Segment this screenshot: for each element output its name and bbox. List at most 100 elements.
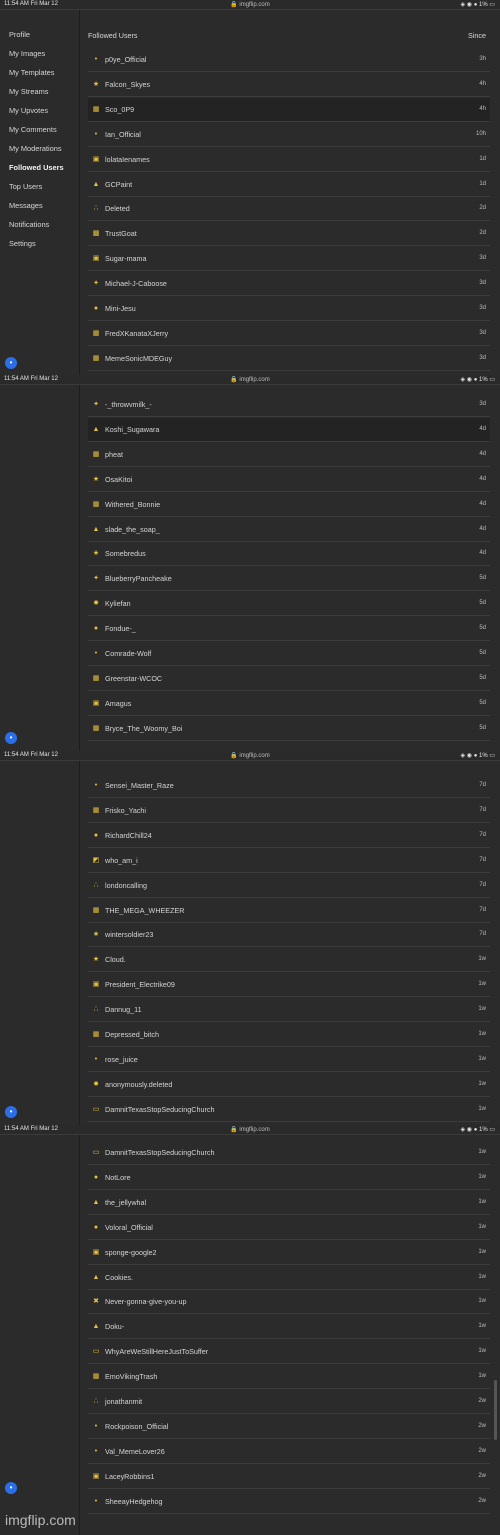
username-link[interactable]: Never-gonna-give-you-up <box>105 1297 187 1306</box>
username-link[interactable]: Dannug_11 <box>105 1005 142 1014</box>
user-row[interactable]: ◩ who_am_i 7d <box>88 849 490 873</box>
username-link[interactable]: sponge-google2 <box>105 1248 157 1257</box>
username-link[interactable]: Cloud. <box>105 955 126 964</box>
user-row[interactable]: ● Mini-Jesu 3d <box>88 297 490 321</box>
user-row[interactable]: • p0ye_Official 3h <box>88 48 490 72</box>
username-link[interactable]: NotLore <box>105 1173 131 1182</box>
user-row[interactable]: ▦ MemeSonicMDEGuy 3d <box>88 347 490 371</box>
user-row[interactable]: ✦ -_throwvmilk_- 3d <box>88 393 490 417</box>
username-link[interactable]: Sensei_Master_Raze <box>105 781 174 790</box>
user-row[interactable]: • Ian_Official 10h <box>88 123 490 147</box>
sidebar-item-settings[interactable]: Settings <box>9 239 36 248</box>
user-row[interactable]: • Val_MemeLover26 2w <box>88 1440 490 1464</box>
user-row[interactable]: ✦ Michael-J-Caboose 3d <box>88 272 490 297</box>
user-row[interactable]: ▭ DamnitTexasStopSeducingChurch 1w <box>88 1141 490 1165</box>
user-row[interactable]: • rose_juice 1w <box>88 1048 490 1072</box>
username-link[interactable]: WhyAreWeStillHereJustToSuffer <box>105 1347 208 1356</box>
username-link[interactable]: jonathanmit <box>105 1397 142 1406</box>
username-link[interactable]: Deleted <box>105 204 130 213</box>
user-row[interactable]: ▣ LaceyRobbins1 2w <box>88 1465 490 1489</box>
username-link[interactable]: Falcon_Skyes <box>105 80 150 89</box>
username-link[interactable]: Fondue-_ <box>105 624 136 633</box>
user-row[interactable]: ▣ Sugar-mama 3d <box>88 247 490 272</box>
user-row[interactable]: ∴ londoncalling 7d <box>88 874 490 898</box>
user-row[interactable]: ▩ TrustGoat 2d <box>88 222 490 247</box>
user-row[interactable]: ▦ EmoVikingTrash 1w <box>88 1365 490 1390</box>
scrollbar[interactable] <box>494 1380 497 1440</box>
username-link[interactable]: RichardChill24 <box>105 831 152 840</box>
username-link[interactable]: Michael-J-Caboose <box>105 279 167 288</box>
user-row[interactable]: • Sensei_Master_Raze 7d <box>88 774 490 798</box>
username-link[interactable]: slade_the_soap_ <box>105 525 160 534</box>
user-row[interactable]: ▲ the_jellywhal 1w <box>88 1191 490 1215</box>
username-link[interactable]: Ian_Official <box>105 130 141 139</box>
username-link[interactable]: DamnitTexasStopSeducingChurch <box>105 1105 214 1114</box>
user-row[interactable]: ▭ DamnitTexasStopSeducingChurch 1w <box>88 1098 490 1122</box>
username-link[interactable]: GCPaint <box>105 180 132 189</box>
username-link[interactable]: THE_MEGA_WHEEZER <box>105 906 184 915</box>
username-link[interactable]: Bryce_The_Woomy_Boi <box>105 724 182 733</box>
username-link[interactable]: Doku- <box>105 1322 124 1331</box>
sidebar-item-notifications[interactable]: Notifications <box>9 220 49 229</box>
username-link[interactable]: SheeayHedgehog <box>105 1497 163 1506</box>
sidebar-item-profile[interactable]: Profile <box>9 30 30 39</box>
username-link[interactable]: Withered_Bonnie <box>105 500 160 509</box>
username-link[interactable]: Val_MemeLover26 <box>105 1447 165 1456</box>
username-link[interactable]: MemeSonicMDEGuy <box>105 354 172 363</box>
user-row[interactable]: ▦ Withered_Bonnie 4d <box>88 493 490 517</box>
user-row[interactable]: ✖ Never-gonna-give-you-up 1w <box>88 1290 490 1315</box>
user-row[interactable]: ▦ Frisko_Yachi 7d <box>88 799 490 823</box>
username-link[interactable]: EmoVikingTrash <box>105 1372 157 1381</box>
username-link[interactable]: the_jellywhal <box>105 1198 146 1207</box>
user-row[interactable]: • SheeayHedgehog 2w <box>88 1490 490 1514</box>
username-link[interactable]: Voloral_Official <box>105 1223 153 1232</box>
username-link[interactable]: Depressed_bitch <box>105 1030 159 1039</box>
username-link[interactable]: -_throwvmilk_- <box>105 400 152 409</box>
user-row[interactable]: ✹ anonymously.deleted 1w <box>88 1073 490 1097</box>
user-row[interactable]: ∴ jonathanmit 2w <box>88 1390 490 1414</box>
user-row[interactable]: ∴ Dannug_11 1w <box>88 998 490 1023</box>
sidebar-item-my-moderations[interactable]: My Moderations <box>9 144 62 153</box>
username-link[interactable]: Sco_0P9 <box>105 105 134 114</box>
username-link[interactable]: who_am_i <box>105 856 138 865</box>
username-link[interactable]: wintersoldier23 <box>105 930 153 939</box>
user-row[interactable]: ▦ Greenstar-WCOC 5d <box>88 667 490 691</box>
username-link[interactable]: Comrade-Wolf <box>105 649 151 658</box>
user-row[interactable]: ★ OsaKitoi 4d <box>88 468 490 492</box>
username-link[interactable]: Kyliefan <box>105 599 131 608</box>
username-link[interactable]: rose_juice <box>105 1055 138 1064</box>
sidebar-item-top-users[interactable]: Top Users <box>9 182 42 191</box>
username-link[interactable]: Frisko_Yachi <box>105 806 146 815</box>
username-link[interactable]: Rockpoison_Official <box>105 1422 168 1431</box>
since-column-header[interactable]: Since <box>468 31 486 40</box>
user-row[interactable]: ▲ Cookies. 1w <box>88 1266 490 1290</box>
user-row[interactable]: ✦ BlueberryPancheake 5d <box>88 567 490 592</box>
sidebar-item-messages[interactable]: Messages <box>9 201 43 210</box>
user-row[interactable]: ▣ Amagus 5d <box>88 692 490 716</box>
username-link[interactable]: FredXKanataXJerry <box>105 329 168 338</box>
floating-chat-button[interactable]: • <box>5 732 17 744</box>
floating-chat-button[interactable]: • <box>5 1106 17 1118</box>
username-link[interactable]: TrustGoat <box>105 229 137 238</box>
sidebar-item-my-templates[interactable]: My Templates <box>9 68 54 77</box>
user-row[interactable]: ▣ lolataIenames 1d <box>88 148 490 172</box>
user-row[interactable]: ★ Cloud. 1w <box>88 948 490 973</box>
user-row[interactable]: ● NotLore 1w <box>88 1166 490 1190</box>
user-row[interactable]: ● Voloral_Official 1w <box>88 1216 490 1240</box>
user-row[interactable]: ▦ FredXKanataXJerry 3d <box>88 322 490 346</box>
user-row[interactable]: ★ wintersoldier23 7d <box>88 923 490 948</box>
username-link[interactable]: londoncalling <box>105 881 147 890</box>
sidebar-item-my-streams[interactable]: My Streams <box>9 87 48 96</box>
sidebar-item-followed-users[interactable]: Followed Users <box>9 163 64 172</box>
user-row[interactable]: ▦ Depressed_bitch 1w <box>88 1023 490 1047</box>
user-row[interactable]: ★ Falcon_Skyes 4h <box>88 73 490 97</box>
user-row[interactable]: ▦ pheat 4d <box>88 443 490 467</box>
user-row[interactable]: ★ Somebredus 4d <box>88 542 490 567</box>
user-row[interactable]: ▭ WhyAreWeStillHereJustToSuffer 1w <box>88 1340 490 1365</box>
username-link[interactable]: Sugar-mama <box>105 254 147 263</box>
username-link[interactable]: p0ye_Official <box>105 55 146 64</box>
username-link[interactable]: President_Electrike09 <box>105 980 175 989</box>
user-row[interactable]: ▣ sponge-google2 1w <box>88 1241 490 1265</box>
username-link[interactable]: LaceyRobbins1 <box>105 1472 155 1481</box>
username-link[interactable]: pheat <box>105 450 123 459</box>
